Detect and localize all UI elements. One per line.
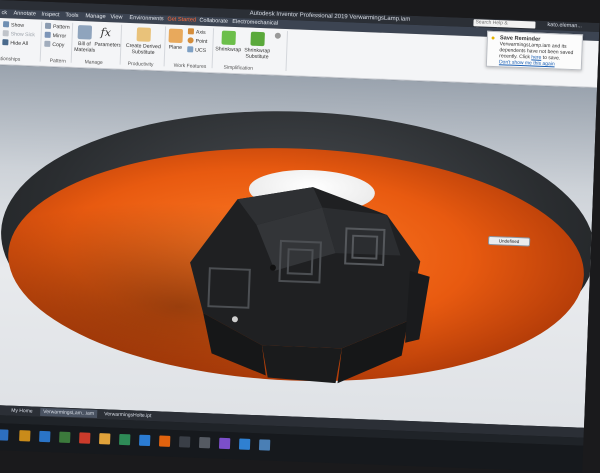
tab-view[interactable]: View <box>110 13 122 22</box>
panel-pattern-label: Pattern <box>49 57 66 65</box>
3d-viewport[interactable]: Undefined <box>0 64 598 428</box>
inventor-icon[interactable] <box>158 435 171 447</box>
hide-all-button[interactable]: Hide All <box>2 39 28 48</box>
vs-code-icon[interactable] <box>238 438 251 450</box>
save-reminder-notification[interactable]: ● Save Reminder VerwarmingsLamp.iam and … <box>485 30 584 71</box>
copy-icon <box>44 40 51 47</box>
heater-element-model <box>190 187 430 384</box>
ribbon-separator <box>211 28 215 69</box>
panel-manage-label: Manage <box>84 59 103 66</box>
panel-work-features-label: Work Features <box>173 62 207 70</box>
mini-toolbar-dropdown[interactable]: Undefined <box>487 235 531 247</box>
axis-button[interactable]: Axis <box>187 28 206 37</box>
fx-icon: fx <box>100 25 112 40</box>
options-dropdown[interactable] <box>274 32 283 41</box>
show-button[interactable]: Show <box>2 21 24 30</box>
word-icon[interactable] <box>138 434 151 447</box>
plane-button[interactable]: Plane <box>166 28 185 51</box>
shrinkwrap-substitute-icon <box>250 31 265 47</box>
app-icon[interactable] <box>258 439 271 451</box>
mirror-button[interactable]: Mirror <box>44 31 67 41</box>
panel-simplification-label: Simplification <box>223 64 254 72</box>
pattern-button[interactable]: Pattern <box>44 22 70 32</box>
ribbon-separator <box>119 24 123 65</box>
mail-icon[interactable] <box>39 430 51 443</box>
ucs-icon <box>187 46 194 53</box>
hide-icon <box>2 39 9 46</box>
file-explorer-icon[interactable] <box>19 430 31 442</box>
eye-icon <box>2 21 10 28</box>
copy-button[interactable]: Copy <box>44 40 65 50</box>
lightbulb-icon: ● <box>490 34 496 43</box>
tab-assemble[interactable]: ck <box>1 9 7 18</box>
table-icon <box>77 25 93 40</box>
ribbon-separator <box>39 21 43 62</box>
app-icon[interactable] <box>198 436 211 449</box>
chevron-down-icon <box>274 32 281 39</box>
parameters-button[interactable]: fx Parameters <box>94 25 121 49</box>
shrinkwrap-icon <box>221 30 236 46</box>
app-icon[interactable] <box>119 433 131 446</box>
inventor-window: Autodesk Inventor Professional 2019 Verw… <box>0 0 600 473</box>
point-icon <box>187 37 194 44</box>
ribbon-separator <box>70 22 74 63</box>
app-icon[interactable] <box>99 433 111 445</box>
store-icon[interactable] <box>59 431 71 444</box>
ucs-button[interactable]: UCS <box>187 46 206 55</box>
plane-icon <box>168 28 184 44</box>
panel-relationships-label: ationships <box>0 55 21 63</box>
app-icon[interactable] <box>79 432 91 444</box>
tab-tools[interactable]: Tools <box>65 12 78 21</box>
visual-studio-icon[interactable] <box>218 437 231 450</box>
axis-icon <box>187 28 195 35</box>
panel-productivity-label: Productivity <box>127 60 154 68</box>
point-button[interactable]: Point <box>187 37 207 46</box>
doc-tab-home[interactable]: My Home <box>8 407 36 416</box>
shrinkwrap-substitute-button[interactable]: Shrinkwrap Substitute <box>243 31 272 60</box>
eye-icon <box>2 30 9 37</box>
windows-start-icon[interactable] <box>0 429 9 441</box>
ribbon-separator <box>285 31 289 72</box>
mirror-icon <box>44 31 51 38</box>
show-sick-button[interactable]: Show Sick <box>2 30 36 39</box>
bill-of-materials-button[interactable]: Bill of Materials <box>74 25 95 54</box>
app-icon[interactable] <box>178 436 191 448</box>
shrinkwrap-button[interactable]: Shrinkwrap <box>215 30 242 53</box>
pattern-icon <box>44 22 52 29</box>
create-derived-substitute-button[interactable]: Create Derived Substitute <box>124 27 163 56</box>
derived-substitute-icon <box>136 27 152 42</box>
